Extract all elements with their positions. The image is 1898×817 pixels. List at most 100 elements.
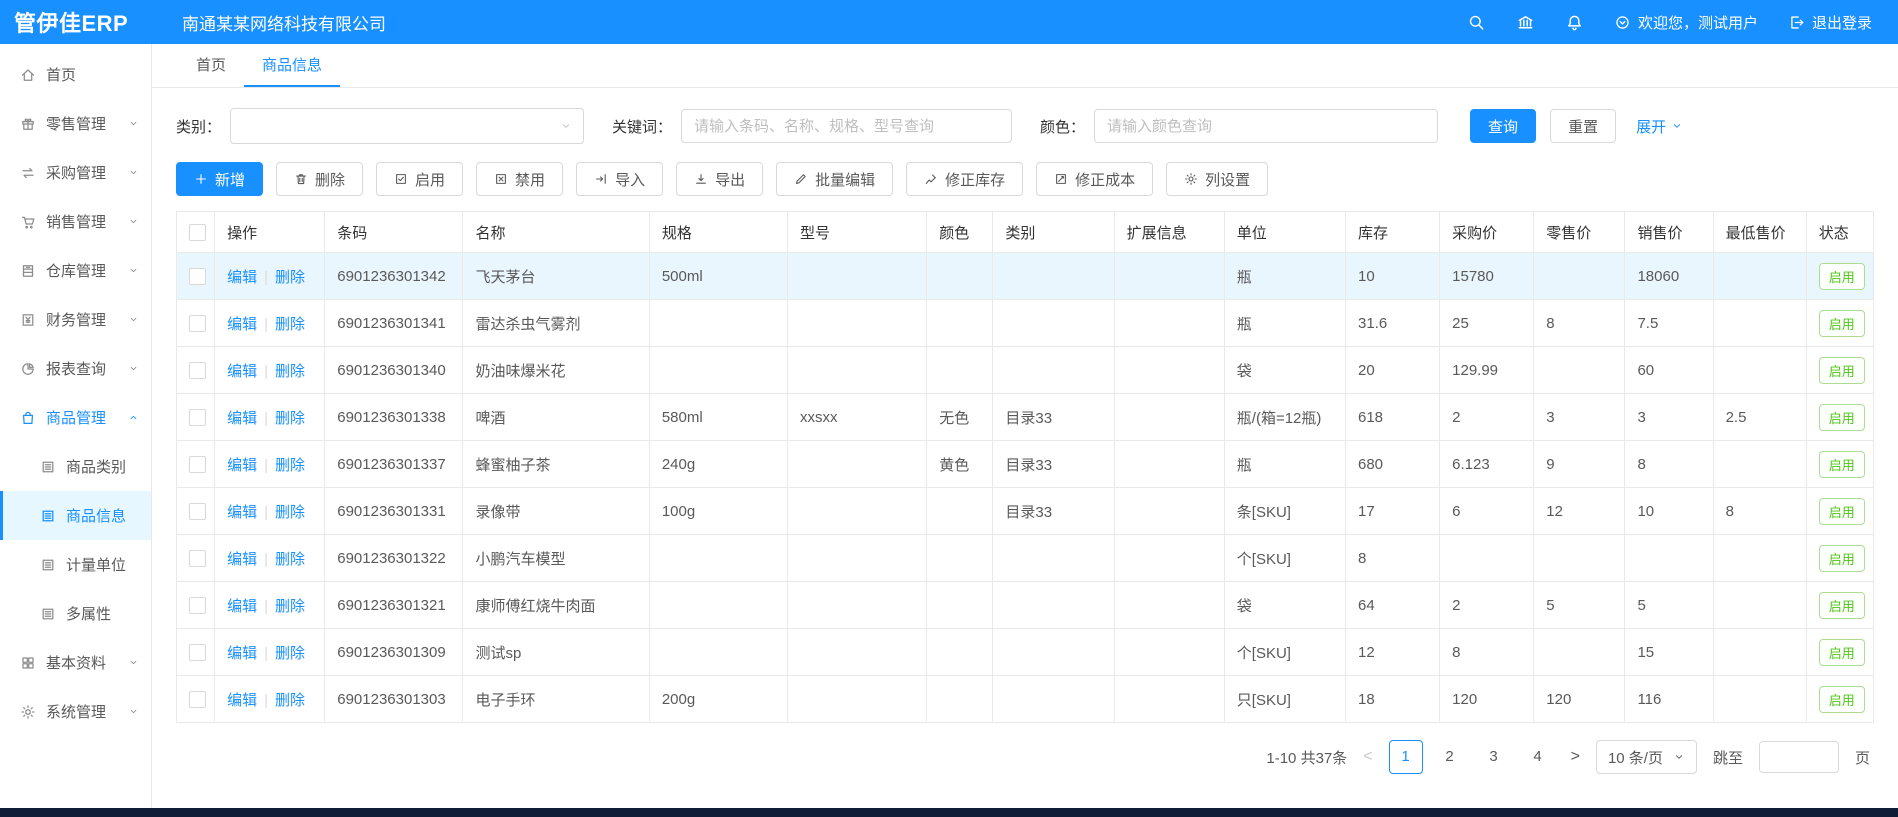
column-header-13[interactable]: 最低售价 xyxy=(1713,212,1806,253)
sidebar-item-8[interactable]: 基本资料 xyxy=(0,638,151,687)
sidebar-subitem-3[interactable]: 多属性 xyxy=(0,589,151,638)
toolbar-button-4[interactable]: 导入 xyxy=(576,162,663,196)
toolbar-button-9[interactable]: 列设置 xyxy=(1166,162,1268,196)
search-icon[interactable] xyxy=(1467,13,1486,32)
page-number-4[interactable]: 4 xyxy=(1521,740,1555,774)
sidebar-item-5[interactable]: 财务管理 xyxy=(0,295,151,344)
jump-page-input[interactable] xyxy=(1759,741,1839,773)
column-header-5[interactable]: 颜色 xyxy=(927,212,993,253)
sidebar-item-6[interactable]: 报表查询 xyxy=(0,344,151,393)
column-header-3[interactable]: 规格 xyxy=(649,212,787,253)
toolbar-button-5[interactable]: 导出 xyxy=(676,162,763,196)
page-size-select[interactable]: 10 条/页 xyxy=(1596,740,1697,774)
column-header-7[interactable]: 扩展信息 xyxy=(1114,212,1224,253)
toolbar-button-1[interactable]: 删除 xyxy=(276,162,363,196)
page-number-3[interactable]: 3 xyxy=(1477,740,1511,774)
row-checkbox[interactable] xyxy=(189,456,206,473)
edit-link[interactable]: 编辑 xyxy=(227,269,257,286)
edit-link[interactable]: 编辑 xyxy=(227,316,257,333)
sidebar-item-3[interactable]: 销售管理 xyxy=(0,197,151,246)
cell-ext xyxy=(1114,582,1224,629)
cell-spec xyxy=(649,300,787,347)
toolbar-button-2[interactable]: 启用 xyxy=(376,162,463,196)
column-header-9[interactable]: 库存 xyxy=(1345,212,1439,253)
reset-button[interactable]: 重置 xyxy=(1550,109,1616,143)
edit-link[interactable]: 编辑 xyxy=(227,410,257,427)
expand-link[interactable]: 展开 xyxy=(1636,116,1683,137)
search-button[interactable]: 查询 xyxy=(1470,109,1536,143)
table-toolbar: 新增删除启用禁用导入导出批量编辑修正库存修正成本列设置 xyxy=(176,162,1874,196)
column-header-8[interactable]: 单位 xyxy=(1224,212,1345,253)
sidebar-item-4[interactable]: 仓库管理 xyxy=(0,246,151,295)
jump-suffix: 页 xyxy=(1855,747,1870,768)
sidebar-subitem-1[interactable]: 商品信息 xyxy=(0,491,151,540)
cell-barcode: 6901236301340 xyxy=(325,347,463,394)
keyword-input[interactable] xyxy=(681,109,1012,143)
toolbar-button-3[interactable]: 禁用 xyxy=(476,162,563,196)
tab-0[interactable]: 首页 xyxy=(178,44,244,87)
delete-link[interactable]: 删除 xyxy=(275,598,305,615)
sidebar-item-2[interactable]: 采购管理 xyxy=(0,148,151,197)
page-number-2[interactable]: 2 xyxy=(1433,740,1467,774)
cell-spec: 100g xyxy=(649,488,787,535)
column-header-6[interactable]: 类别 xyxy=(993,212,1114,253)
notification-bell-icon[interactable] xyxy=(1565,13,1584,32)
toolbar-button-8[interactable]: 修正成本 xyxy=(1036,162,1153,196)
edit-link[interactable]: 编辑 xyxy=(227,598,257,615)
edit-link[interactable]: 编辑 xyxy=(227,457,257,474)
sidebar-item-7[interactable]: 商品管理 xyxy=(0,393,151,442)
toolbar-button-6[interactable]: 批量编辑 xyxy=(776,162,893,196)
pie-icon xyxy=(20,361,36,377)
toolbar-button-7[interactable]: 修正库存 xyxy=(906,162,1023,196)
delete-link[interactable]: 删除 xyxy=(275,457,305,474)
sidebar-item-0[interactable]: 首页 xyxy=(0,50,151,99)
column-header-10[interactable]: 采购价 xyxy=(1440,212,1534,253)
category-select[interactable] xyxy=(230,108,584,144)
delete-link[interactable]: 删除 xyxy=(275,410,305,427)
column-header-4[interactable]: 型号 xyxy=(788,212,927,253)
color-input[interactable] xyxy=(1094,109,1438,143)
row-checkbox[interactable] xyxy=(189,597,206,614)
prev-page-button[interactable]: < xyxy=(1363,748,1372,766)
edit-link[interactable]: 编辑 xyxy=(227,645,257,662)
toolbar-button-0[interactable]: 新增 xyxy=(176,162,263,196)
sidebar-item-1[interactable]: 零售管理 xyxy=(0,99,151,148)
delete-link[interactable]: 删除 xyxy=(275,269,305,286)
row-checkbox[interactable] xyxy=(189,409,206,426)
logout-button[interactable]: 退出登录 xyxy=(1788,12,1872,33)
row-checkbox[interactable] xyxy=(189,644,206,661)
row-checkbox[interactable] xyxy=(189,550,206,567)
column-header-2[interactable]: 名称 xyxy=(463,212,649,253)
platform-icon[interactable] xyxy=(1516,13,1535,32)
welcome-user[interactable]: 欢迎您，测试用户 xyxy=(1614,12,1758,33)
column-header-1[interactable]: 条码 xyxy=(325,212,463,253)
row-checkbox[interactable] xyxy=(189,691,206,708)
cell-spec xyxy=(649,535,787,582)
edit-link[interactable]: 编辑 xyxy=(227,551,257,568)
page-number-1[interactable]: 1 xyxy=(1389,740,1423,774)
sidebar-subitem-2[interactable]: 计量单位 xyxy=(0,540,151,589)
cell-stock: 618 xyxy=(1345,394,1439,441)
delete-link[interactable]: 删除 xyxy=(275,551,305,568)
row-checkbox[interactable] xyxy=(189,503,206,520)
select-all-checkbox[interactable] xyxy=(189,224,206,241)
column-header-0[interactable]: 操作 xyxy=(215,212,325,253)
row-checkbox[interactable] xyxy=(189,315,206,332)
delete-link[interactable]: 删除 xyxy=(275,504,305,521)
delete-link[interactable]: 删除 xyxy=(275,363,305,380)
edit-link[interactable]: 编辑 xyxy=(227,363,257,380)
sidebar-subitem-0[interactable]: 商品类别 xyxy=(0,442,151,491)
sidebar-item-9[interactable]: 系统管理 xyxy=(0,687,151,736)
delete-link[interactable]: 删除 xyxy=(275,692,305,709)
delete-link[interactable]: 删除 xyxy=(275,316,305,333)
delete-link[interactable]: 删除 xyxy=(275,645,305,662)
row-checkbox[interactable] xyxy=(189,268,206,285)
edit-link[interactable]: 编辑 xyxy=(227,692,257,709)
tab-1[interactable]: 商品信息 xyxy=(244,44,340,87)
next-page-button[interactable]: > xyxy=(1571,748,1580,766)
edit-link[interactable]: 编辑 xyxy=(227,504,257,521)
column-header-12[interactable]: 销售价 xyxy=(1625,212,1713,253)
column-header-14[interactable]: 状态 xyxy=(1806,212,1873,253)
column-header-11[interactable]: 零售价 xyxy=(1534,212,1625,253)
row-checkbox[interactable] xyxy=(189,362,206,379)
